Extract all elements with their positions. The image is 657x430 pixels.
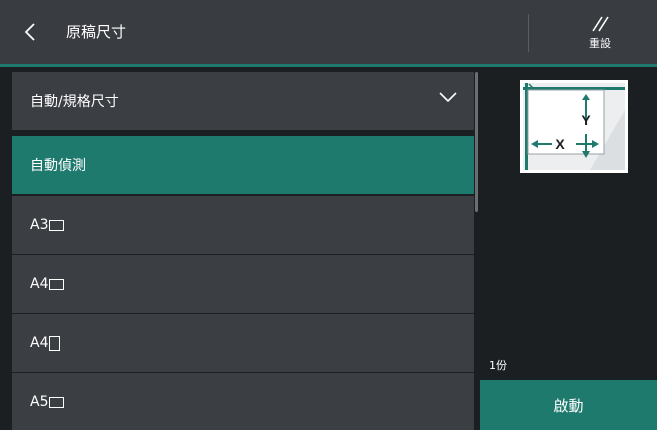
list-item-label: A3 [30,217,49,233]
list-item-a4-landscape[interactable]: A4 [12,255,474,313]
header-bar: 原稿尺寸 重設 [0,0,657,64]
landscape-paper-icon [49,396,65,408]
size-dropdown[interactable]: 自動/規格尺寸 [12,72,474,130]
list-item-label: A5 [30,394,49,410]
back-button[interactable] [0,0,60,64]
copies-count: 1份 [489,359,507,372]
axis-y-label: Y [581,112,591,128]
double-slash-icon [592,16,609,32]
list-item-label: A4 [30,276,49,292]
original-size-preview: Y X [520,80,628,173]
reset-label: 重設 [589,37,611,50]
landscape-paper-icon [49,278,65,290]
header-accent-line [0,64,657,67]
list-item-a3-landscape[interactable]: A3 [12,196,474,254]
chevron-down-icon [439,92,457,103]
list-item-a4-portrait[interactable]: A4 [12,314,474,372]
start-button-label: 啟動 [553,396,584,415]
chevron-left-icon [24,23,35,41]
start-button[interactable]: 啟動 [480,380,657,430]
landscape-paper-icon [49,219,65,231]
reset-button[interactable]: 重設 [560,6,640,60]
portrait-paper-icon [49,335,61,351]
header-divider [528,14,529,52]
list-item-a5-landscape[interactable]: A5 [12,373,474,430]
page-title: 原稿尺寸 [66,23,127,41]
list-item-label: A4 [30,335,49,351]
list-item-auto-detect[interactable]: 自動偵測 [12,136,474,194]
preview-diagram: Y X [520,80,628,173]
list-item-label: 自動偵測 [30,158,86,174]
list-scrollbar[interactable] [475,72,478,212]
axis-x-label: X [555,136,565,152]
size-dropdown-label: 自動/規格尺寸 [30,94,119,110]
size-list[interactable]: 自動/規格尺寸 自動偵測 A3 A4 A4 A5 [12,72,474,430]
